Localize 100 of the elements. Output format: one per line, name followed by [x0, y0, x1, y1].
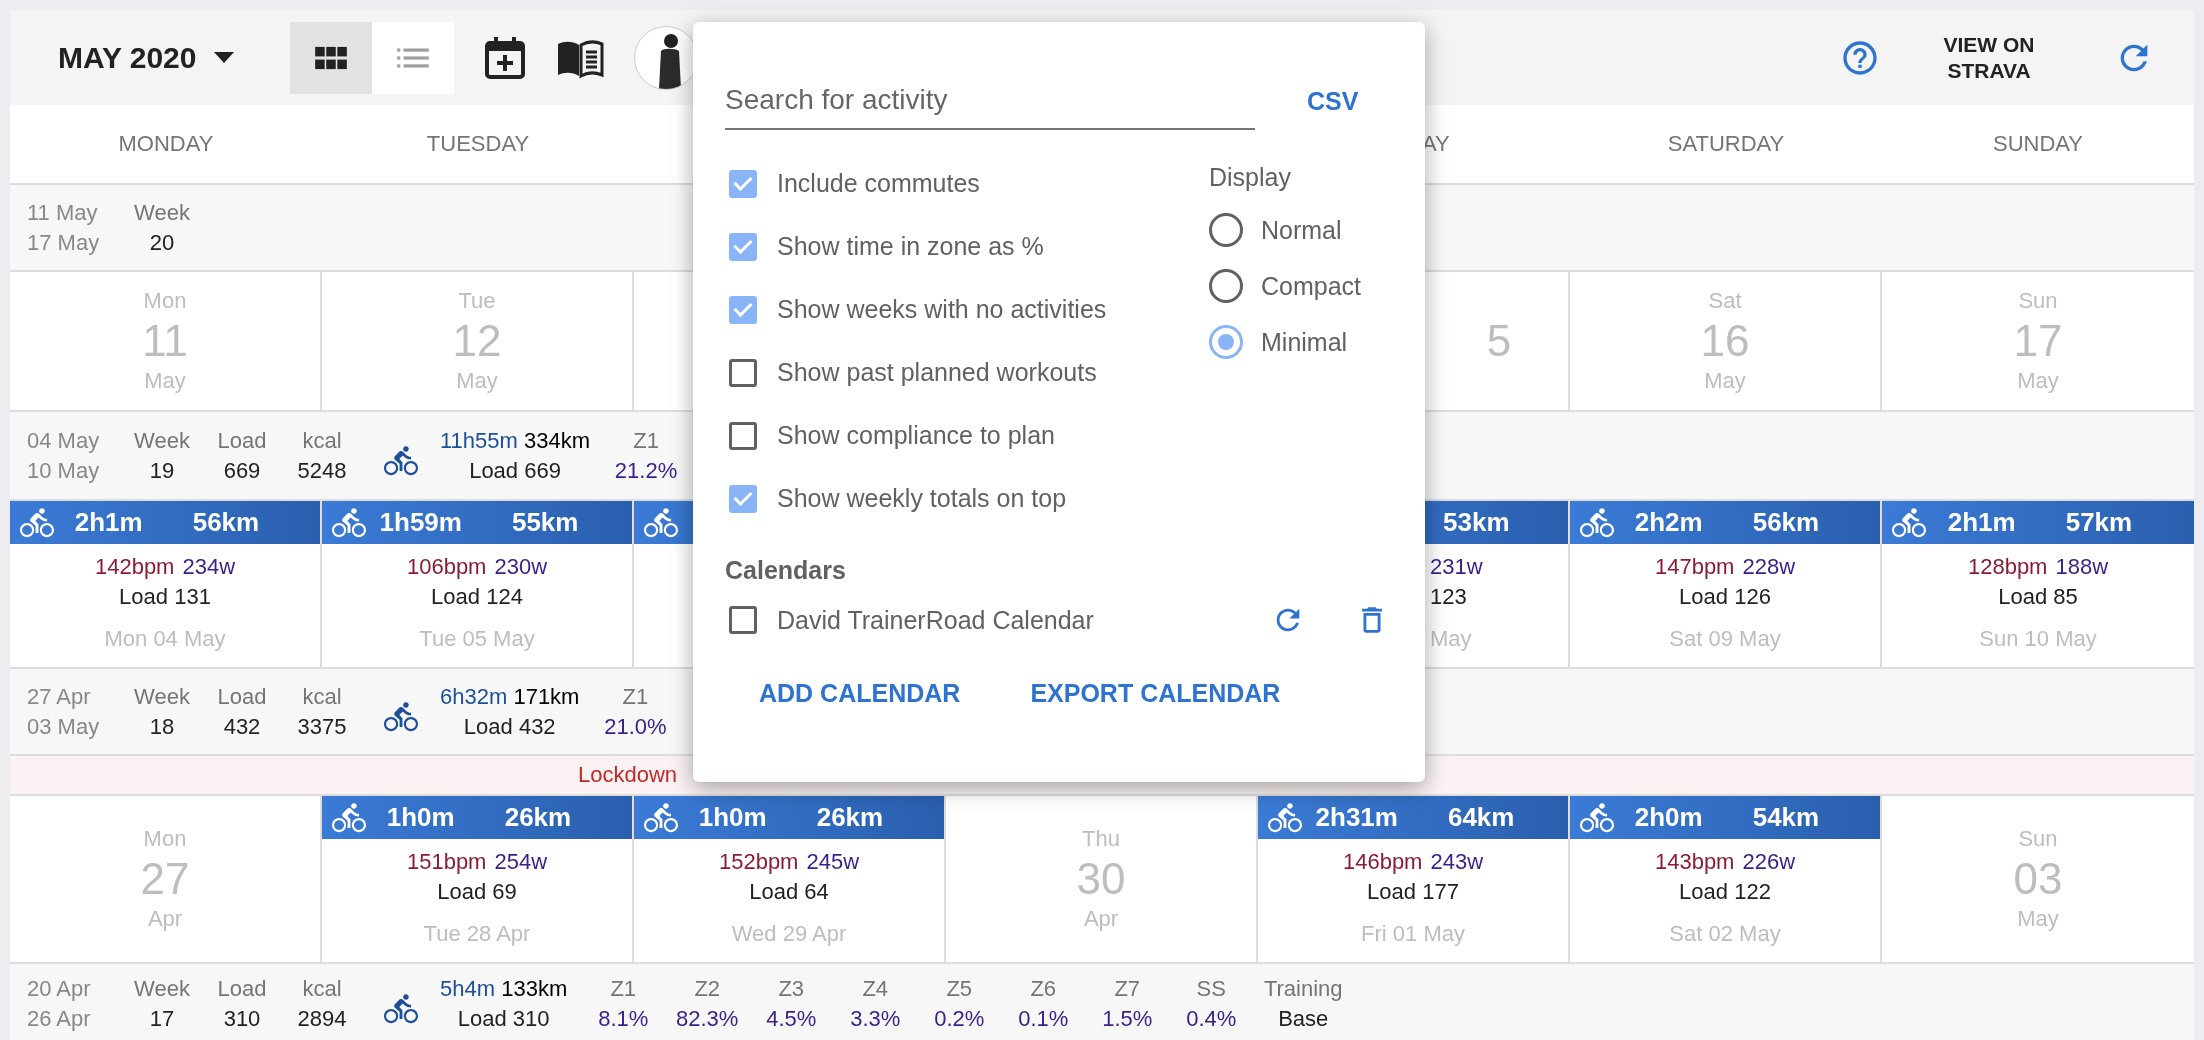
radio-label: Minimal — [1261, 327, 1348, 357]
heart-rate: 128bpm — [1967, 553, 2048, 581]
activity-time: 1h59m — [379, 507, 462, 538]
view-toggle[interactable] — [372, 21, 455, 94]
activity-load: Load 177 — [1367, 878, 1459, 906]
calendar-add-icon[interactable] — [484, 35, 527, 80]
view-on-strava-button[interactable]: VIEW ON STRAVA — [1924, 30, 2054, 85]
radio-label: Normal — [1261, 215, 1342, 245]
text-button[interactable]: ADD CALENDAR — [759, 673, 961, 714]
week-start-date: 11 May — [27, 198, 98, 227]
checkbox[interactable] — [729, 232, 757, 261]
power: 226w — [1742, 848, 1796, 876]
activity-time: 2h0m — [1634, 802, 1703, 833]
stat-label: Load — [217, 975, 267, 1003]
activity-card[interactable]: 2h1m 57km 128bpm 188w Load 85 Sun 10 May — [1882, 501, 2194, 667]
week-load: Load 310 — [457, 1005, 550, 1033]
calendar-name: David TrainerRoad Calendar — [777, 605, 1094, 635]
week-start-date: 04 May — [27, 426, 100, 455]
stat-label: Week — [134, 426, 190, 455]
stat-label: Z6 — [1030, 975, 1057, 1003]
checkbox[interactable] — [729, 484, 757, 513]
stat-label: Z1 — [622, 682, 649, 711]
stat-label: kcal — [302, 426, 342, 455]
activity-time: 2h1m — [1947, 507, 2016, 538]
activity-date: Mon 04 May — [104, 625, 226, 653]
activity-card[interactable]: 2h31m 64km 146bpm 243w Load 177 Fri 01 May — [1258, 796, 1570, 962]
bike-icon — [20, 505, 54, 540]
search-field[interactable]: Search for activity — [725, 72, 1255, 130]
activity-time: 2h1m — [74, 507, 143, 538]
week-load: Load 432 — [463, 712, 556, 741]
checkbox[interactable] — [729, 358, 757, 387]
checkbox[interactable] — [729, 295, 757, 324]
activity-load: Load 64 — [749, 878, 829, 906]
activity-distance: 53km — [1443, 507, 1510, 538]
radio-button[interactable] — [1209, 213, 1243, 247]
csv-button[interactable]: CSV — [1301, 85, 1365, 117]
activity-load: Load 69 — [437, 878, 517, 906]
activity-time: 2h2m — [1634, 507, 1703, 538]
activity-time: 1h0m — [386, 802, 455, 833]
radio-label: Compact — [1261, 271, 1362, 301]
activity-time: 2h31m — [1315, 802, 1398, 833]
activity-card[interactable]: 1h59m 55km 106bpm 230w Load 124 Tue 05 May — [322, 501, 634, 667]
activity-date: Sat 02 May — [1669, 920, 1781, 948]
checkbox[interactable] — [729, 606, 757, 634]
activity-date: Sun 10 May — [1979, 625, 2097, 653]
activity-date: May — [1429, 625, 1472, 653]
option-label: Show compliance to plan — [777, 421, 1055, 450]
stat-label: Z7 — [1114, 975, 1141, 1003]
stat-value: 21.2% — [614, 456, 678, 485]
activity-date: Sat 09 May — [1669, 625, 1781, 653]
option-label: Show past planned workouts — [777, 358, 1097, 387]
activity-card[interactable]: 2h2m 56km 147bpm 228w Load 126 Sat 09 May — [1570, 501, 1882, 667]
heart-rate: 146bpm — [1342, 848, 1423, 876]
radio-button[interactable] — [1209, 325, 1243, 359]
activity-card[interactable]: 1h0m 26km 151bpm 254w Load 69 Tue 28 Apr — [322, 796, 634, 962]
month-selector[interactable]: MAY 2020 — [58, 40, 235, 75]
stat-label: Z5 — [946, 975, 973, 1003]
calendars-title: Calendars — [725, 556, 847, 585]
activity-distance: 26km — [816, 802, 884, 833]
heart-rate: 152bpm — [718, 848, 799, 876]
weekday-header: SATURDAY — [1667, 131, 1785, 157]
caret-icon — [214, 52, 235, 63]
activity-card[interactable]: 2h1m 56km 142bpm 234w Load 131 Mon 04 May — [10, 501, 322, 667]
activity-date: Wed 29 Apr — [731, 920, 847, 948]
heart-rate: 147bpm — [1654, 553, 1735, 581]
stat-value: 21.0% — [604, 712, 667, 741]
activity-time: 1h0m — [698, 802, 767, 833]
week-end-date: 03 May — [27, 712, 100, 741]
checkbox[interactable] — [729, 169, 757, 198]
bike-icon — [1892, 505, 1926, 540]
activity-load: 123 — [1429, 583, 1467, 611]
power: 254w — [494, 848, 548, 876]
heart-rate: 143bpm — [1654, 848, 1735, 876]
week-end-date: 26 Apr — [27, 1005, 91, 1033]
activity-card[interactable]: 2h0m 54km 143bpm 226w Load 122 Sat 02 May — [1570, 796, 1882, 962]
activity-load: Load 126 — [1679, 583, 1771, 611]
display-title: Display — [1209, 161, 1292, 193]
activity-card[interactable]: 1h0m 26km 152bpm 245w Load 64 Wed 29 Apr — [634, 796, 946, 962]
stat-value: 5248 — [297, 456, 347, 485]
activity-distance: 57km — [2065, 507, 2133, 538]
stat-label: Load — [217, 682, 267, 711]
option-label: Show time in zone as % — [777, 232, 1044, 261]
text-button[interactable]: EXPORT CALENDAR — [1030, 673, 1281, 714]
activity-date: Tue 05 May — [419, 625, 535, 653]
power: 243w — [1430, 848, 1484, 876]
stat-label: Week — [134, 198, 190, 227]
week-total: 6h32m 171km — [440, 682, 580, 711]
stat-value: 20 — [149, 228, 175, 257]
option-label: Show weeks with no activities — [777, 295, 1107, 324]
stat-label: Training — [1263, 975, 1343, 1003]
heart-rate: 142bpm — [94, 553, 175, 581]
bike-icon — [384, 699, 418, 734]
banner-text: Lockdown — [578, 762, 678, 788]
checkbox[interactable] — [729, 421, 757, 450]
weekday-header: SUNDAY — [1992, 131, 2084, 157]
radio-button[interactable] — [1209, 269, 1243, 303]
stat-value: 17 — [149, 1005, 175, 1033]
activity-distance: 54km — [1752, 802, 1820, 833]
weekday-header: TUESDAY — [426, 131, 530, 157]
view-toggle[interactable] — [290, 21, 373, 94]
